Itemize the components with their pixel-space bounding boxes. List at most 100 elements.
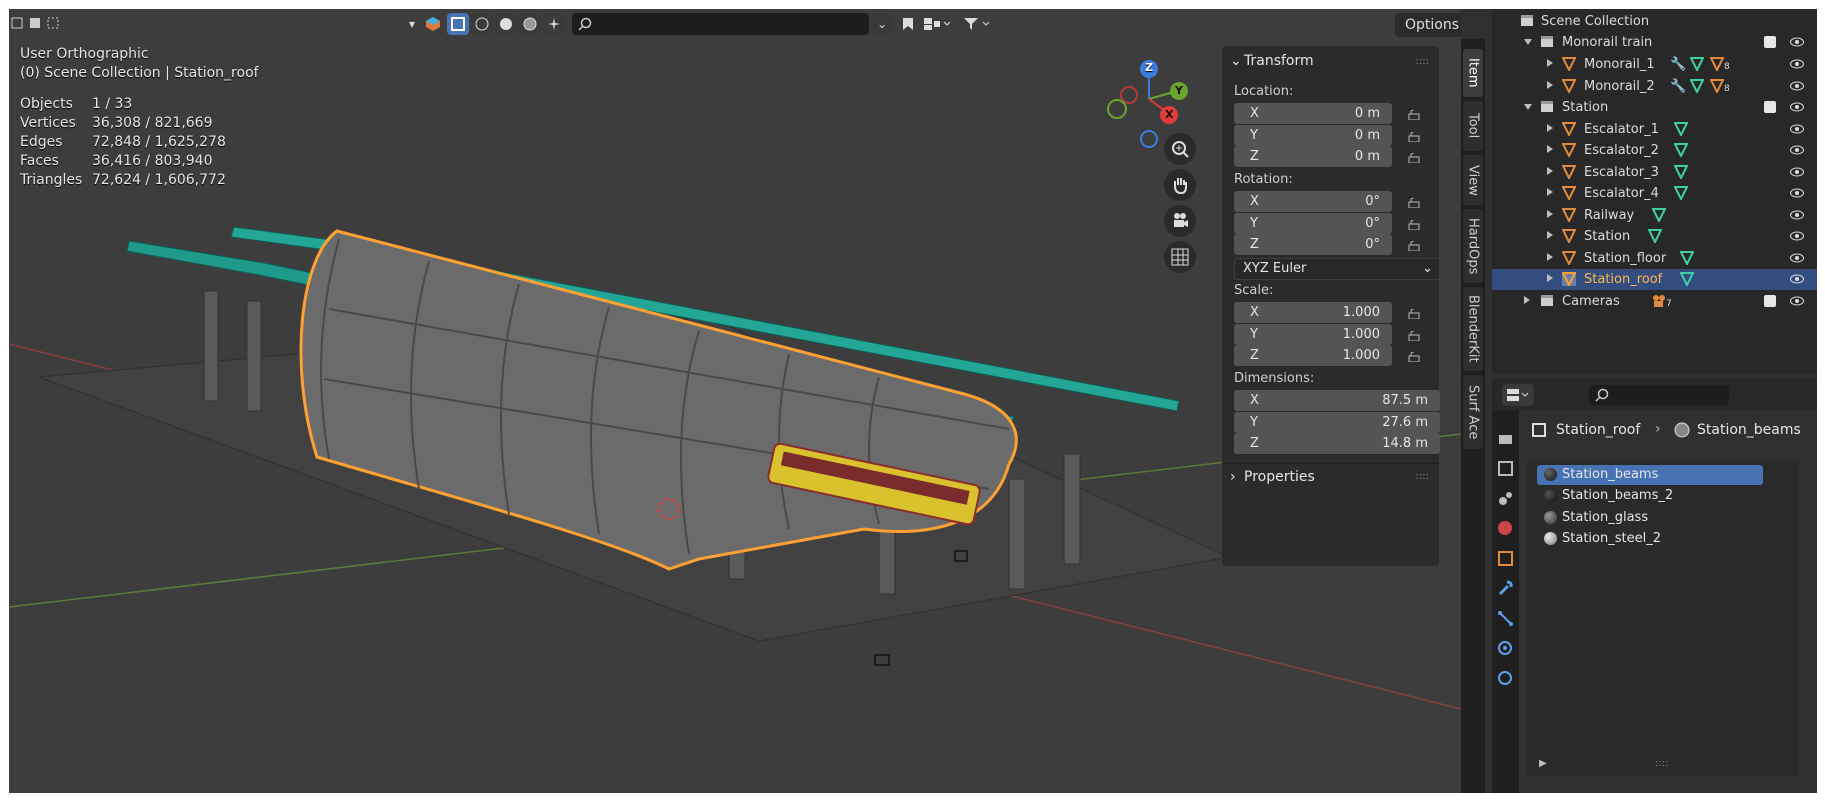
outliner-row-station-collection[interactable]: Station bbox=[1492, 97, 1817, 118]
checkbox[interactable] bbox=[1764, 295, 1776, 307]
expand-arrow-icon[interactable]: ▶ bbox=[1539, 758, 1547, 769]
outliner-row-railway[interactable]: Railway bbox=[1492, 205, 1817, 226]
outliner-row-cameras[interactable]: Cameras 7 bbox=[1492, 291, 1817, 312]
eye-icon[interactable] bbox=[1790, 274, 1804, 284]
checkbox[interactable] bbox=[1764, 101, 1776, 113]
3d-viewport[interactable]: Z Y X ▾ ⌄ Options User Orthographic (0) … bbox=[9, 9, 1461, 793]
mesh-data-icon[interactable] bbox=[1674, 122, 1688, 136]
particles-tab-icon[interactable] bbox=[1497, 610, 1514, 627]
expand-arrow-icon[interactable] bbox=[1547, 59, 1553, 67]
expand-arrow-icon[interactable] bbox=[1524, 39, 1532, 45]
scene-tab-icon[interactable] bbox=[1497, 490, 1514, 507]
eye-icon[interactable] bbox=[1790, 37, 1804, 47]
lock-icon[interactable] bbox=[1408, 220, 1420, 230]
expand-arrow-icon[interactable] bbox=[1547, 274, 1553, 282]
zoom-icon[interactable] bbox=[1164, 133, 1196, 165]
expand-arrow-icon[interactable] bbox=[1547, 81, 1553, 89]
outliner-row-monorail-1[interactable]: Monorail_1 🔧 8 bbox=[1492, 54, 1817, 75]
eye-icon[interactable] bbox=[1790, 188, 1804, 198]
properties-header[interactable]: › Properties :::: bbox=[1222, 463, 1439, 489]
eye-icon[interactable] bbox=[1790, 145, 1804, 155]
wireframe-shading-icon[interactable] bbox=[471, 13, 493, 35]
expand-arrow-icon[interactable] bbox=[1547, 210, 1553, 218]
scale-x-field[interactable]: X 1.000 bbox=[1234, 302, 1392, 323]
xray-toggle-icon[interactable] bbox=[447, 13, 469, 35]
expand-arrow-icon[interactable] bbox=[1547, 124, 1553, 132]
dimensions-x-field[interactable]: X 87.5 m bbox=[1234, 390, 1440, 411]
tab-hardops[interactable]: HardOps bbox=[1463, 209, 1483, 283]
output-tab-icon[interactable] bbox=[1497, 460, 1514, 477]
material-slot-station-beams[interactable]: Station_beams bbox=[1537, 465, 1763, 485]
outliner-row-escalator-1[interactable]: Escalator_1 bbox=[1492, 119, 1817, 140]
lock-icon[interactable] bbox=[1408, 132, 1420, 142]
checkbox[interactable] bbox=[1764, 36, 1776, 48]
expand-arrow-icon[interactable] bbox=[1547, 231, 1553, 239]
scale-y-field[interactable]: Y 1.000 bbox=[1234, 324, 1392, 345]
eye-icon[interactable] bbox=[1790, 253, 1804, 263]
editor-type-icon[interactable] bbox=[1502, 384, 1534, 406]
eye-icon[interactable] bbox=[1790, 59, 1804, 69]
material-shading-icon[interactable] bbox=[519, 13, 541, 35]
camera-view-icon[interactable] bbox=[1164, 205, 1196, 237]
bookmark-icon[interactable] bbox=[897, 13, 919, 35]
transform-header[interactable]: ⌄ Transform :::: bbox=[1222, 48, 1439, 74]
material-slots-icon[interactable] bbox=[1710, 57, 1724, 71]
tab-item[interactable]: Item bbox=[1463, 49, 1483, 97]
expand-arrow-icon[interactable] bbox=[1547, 167, 1553, 175]
lock-icon[interactable] bbox=[1408, 352, 1420, 362]
select-mode-icons[interactable] bbox=[9, 13, 69, 35]
tab-view[interactable]: View bbox=[1463, 155, 1483, 205]
filter-options-icon[interactable]: ⌄ bbox=[871, 13, 893, 35]
lock-icon[interactable] bbox=[1408, 331, 1420, 341]
eye-icon[interactable] bbox=[1790, 296, 1804, 306]
mesh-data-icon[interactable] bbox=[1680, 272, 1694, 286]
wrench-icon[interactable]: 🔧 bbox=[1670, 57, 1686, 72]
drag-handle-icon[interactable]: :::: bbox=[1416, 471, 1429, 482]
modifier-tab-icon[interactable] bbox=[1497, 580, 1514, 597]
world-tab-icon[interactable] bbox=[1497, 520, 1514, 537]
dimensions-z-field[interactable]: Z 14.8 m bbox=[1234, 433, 1440, 454]
material-slot-station-beams-2[interactable]: Station_beams_2 bbox=[1537, 486, 1763, 506]
view-layer-icon[interactable] bbox=[921, 13, 955, 35]
rotation-x-field[interactable]: X 0° bbox=[1234, 191, 1392, 212]
expand-arrow-icon[interactable] bbox=[1547, 253, 1553, 261]
lock-icon[interactable] bbox=[1408, 153, 1420, 163]
tab-blenderkit[interactable]: BlenderKit bbox=[1463, 287, 1483, 371]
rotation-mode-select[interactable]: XYZ Euler ⌄ bbox=[1234, 258, 1440, 280]
rotation-z-field[interactable]: Z 0° bbox=[1234, 234, 1392, 255]
mesh-data-icon[interactable] bbox=[1690, 57, 1704, 71]
camera-icon[interactable] bbox=[1652, 294, 1666, 308]
rendered-shading-icon[interactable] bbox=[543, 13, 565, 35]
lock-icon[interactable] bbox=[1408, 198, 1420, 208]
mesh-data-icon[interactable] bbox=[1680, 251, 1694, 265]
eye-icon[interactable] bbox=[1790, 167, 1804, 177]
mesh-data-icon[interactable] bbox=[1674, 143, 1688, 157]
expand-arrow-icon[interactable] bbox=[1524, 296, 1530, 304]
dimensions-y-field[interactable]: Y 27.6 m bbox=[1234, 412, 1440, 433]
wrench-icon[interactable]: 🔧 bbox=[1670, 79, 1686, 94]
chevron-down-icon[interactable]: ▾ bbox=[403, 13, 421, 35]
mesh-data-icon[interactable] bbox=[1674, 186, 1688, 200]
render-tab-icon[interactable] bbox=[1497, 430, 1514, 447]
eye-icon[interactable] bbox=[1790, 124, 1804, 134]
physics-tab-icon[interactable] bbox=[1497, 640, 1514, 657]
grid-toggle-icon[interactable] bbox=[1164, 241, 1196, 273]
location-y-field[interactable]: Y0 m bbox=[1234, 125, 1392, 146]
eye-icon[interactable] bbox=[1790, 81, 1804, 91]
scene-collection-row[interactable]: Scene Collection bbox=[1492, 11, 1817, 32]
drag-handle-icon[interactable]: :::: bbox=[1416, 56, 1429, 67]
expand-arrow-icon[interactable] bbox=[1524, 104, 1532, 110]
outliner-row-monorail-2[interactable]: Monorail_2 🔧 8 bbox=[1492, 76, 1817, 97]
mesh-data-icon[interactable] bbox=[1690, 79, 1704, 93]
solid-shading-icon[interactable] bbox=[495, 13, 517, 35]
object-tab-icon[interactable] bbox=[1497, 550, 1514, 567]
location-z-field[interactable]: Z0 m bbox=[1234, 146, 1392, 167]
tab-surf-ace[interactable]: Surf Ace bbox=[1463, 375, 1483, 449]
outliner-row-station-object[interactable]: Station bbox=[1492, 226, 1817, 247]
material-slot-station-steel-2[interactable]: Station_steel_2 bbox=[1537, 529, 1763, 549]
outliner-row-escalator-3[interactable]: Escalator_3 bbox=[1492, 162, 1817, 183]
outliner-row-station-roof[interactable]: Station_roof bbox=[1492, 269, 1817, 290]
properties-search-input[interactable] bbox=[1589, 385, 1729, 405]
rotation-y-field[interactable]: Y 0° bbox=[1234, 213, 1392, 234]
mesh-data-icon[interactable] bbox=[1674, 165, 1688, 179]
